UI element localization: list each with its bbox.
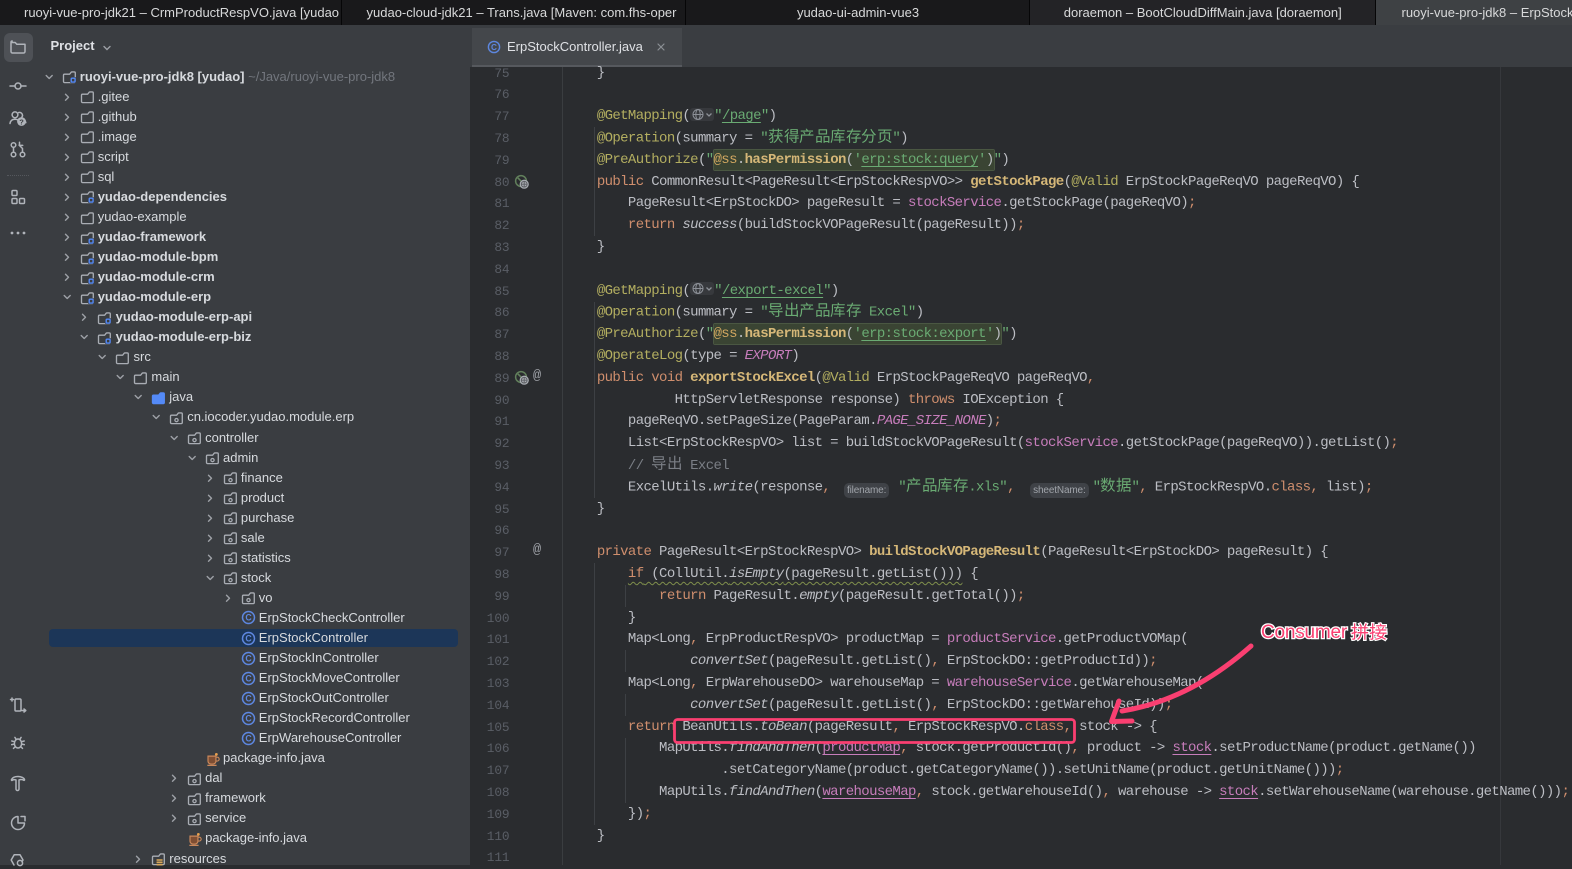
svg-text:C: C bbox=[245, 673, 252, 683]
svg-text:C: C bbox=[491, 43, 497, 52]
svg-text:C: C bbox=[245, 653, 252, 663]
svg-text:C: C bbox=[245, 713, 252, 723]
svg-text:C: C bbox=[245, 613, 252, 623]
svg-text:C: C bbox=[245, 633, 252, 643]
svg-text:C: C bbox=[245, 693, 252, 703]
svg-text:C: C bbox=[245, 733, 252, 743]
svg-text:?: ? bbox=[19, 117, 24, 126]
